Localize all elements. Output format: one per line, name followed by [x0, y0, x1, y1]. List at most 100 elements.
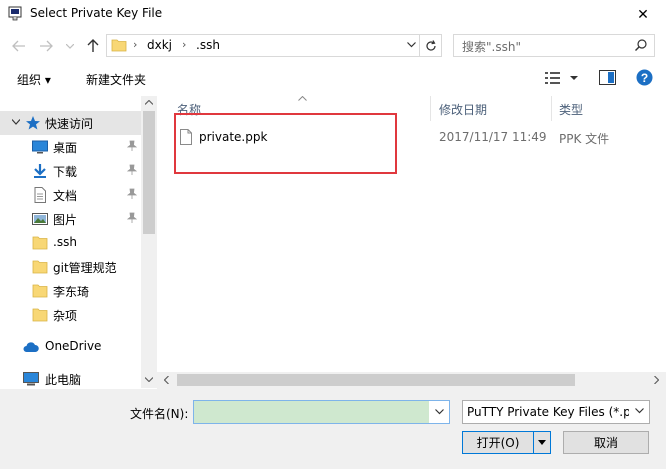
column-divider[interactable] — [430, 96, 431, 121]
cloud-icon — [23, 342, 39, 352]
chevron-right-icon: › — [182, 38, 187, 51]
sidebar-item-onedrive[interactable]: OneDrive — [0, 335, 141, 359]
sidebar-item-label: OneDrive — [45, 339, 102, 353]
window-title: Select Private Key File — [30, 6, 163, 20]
sidebar-item-misc[interactable]: 杂项 — [0, 303, 141, 327]
folder-icon — [32, 260, 48, 274]
sidebar-item-ssh[interactable]: .ssh — [0, 231, 141, 255]
filename-input[interactable] — [193, 400, 450, 424]
chevron-down-icon — [434, 409, 444, 415]
sidebar-item-label: 此电脑 — [45, 373, 82, 387]
svg-text:?: ? — [641, 71, 648, 85]
folder-icon — [32, 308, 48, 322]
column-header-date[interactable]: 修改日期 — [439, 101, 487, 126]
forward-button[interactable] — [36, 36, 56, 56]
title-bar: Select Private Key File ✕ — [0, 0, 666, 30]
computer-icon — [23, 372, 39, 386]
close-button[interactable]: ✕ — [620, 0, 666, 30]
file-type-filter[interactable]: PuTTY Private Key Files (*.pp — [462, 400, 650, 424]
annotation-highlight-box — [174, 113, 397, 174]
sidebar-item-this-pc[interactable]: 此电脑 — [0, 367, 141, 391]
column-divider[interactable] — [551, 96, 552, 121]
open-button-label: 打开(O) — [476, 436, 520, 450]
pin-icon — [127, 212, 137, 223]
address-bar[interactable]: › dxkj › .ssh — [106, 34, 442, 57]
view-options-icon[interactable] — [545, 71, 561, 85]
chevron-down-icon — [635, 408, 644, 414]
folder-icon — [32, 284, 48, 298]
sidebar-item-label: .ssh — [53, 235, 77, 249]
sidebar-item-label: 文档 — [53, 189, 78, 203]
pin-icon — [127, 164, 137, 175]
sort-ascending-icon — [298, 96, 307, 101]
column-header-type[interactable]: 类型 — [559, 101, 583, 126]
chevron-down-icon[interactable] — [145, 377, 153, 382]
chevron-up-icon[interactable] — [145, 100, 153, 105]
chevron-down-icon — [12, 119, 20, 125]
sidebar-item-quick-access[interactable]: 快速访问 — [0, 111, 141, 135]
file-list-scrollbar[interactable] — [157, 372, 666, 389]
chevron-left-icon[interactable] — [164, 376, 169, 384]
filename-history-dropdown[interactable] — [429, 401, 449, 423]
scrollbar-thumb[interactable] — [143, 111, 155, 234]
dialog-footer: 文件名(N): PuTTY Private Key Files (*.pp 打开… — [0, 389, 666, 469]
star-icon — [26, 116, 40, 130]
scrollbar-thumb[interactable] — [177, 374, 575, 386]
arrow-left-icon — [12, 40, 25, 52]
chevron-right-icon: › — [133, 38, 138, 51]
breadcrumb-ssh[interactable]: .ssh — [196, 38, 220, 52]
pin-icon — [127, 140, 137, 151]
help-icon[interactable]: ? — [636, 69, 653, 86]
breadcrumb-dxkj[interactable]: dxkj — [147, 38, 172, 52]
sidebar-item-label: git管理规范 — [53, 261, 117, 275]
recent-locations-button[interactable] — [60, 36, 80, 56]
navigation-bar: › dxkj › .ssh 搜索".ssh" — [0, 30, 666, 62]
chevron-down-icon[interactable] — [407, 42, 416, 48]
sidebar-item-label: 图片 — [53, 213, 78, 227]
sidebar-item-label: 快速访问 — [45, 117, 94, 131]
chevron-down-icon — [66, 43, 74, 49]
cancel-button[interactable]: 取消 — [563, 431, 649, 454]
refresh-button[interactable] — [419, 35, 441, 56]
organize-button[interactable]: 组织 ▾ — [17, 71, 51, 88]
sidebar-item-desktop[interactable]: 桌面 — [0, 135, 141, 159]
desktop-icon — [32, 140, 48, 154]
close-icon: ✕ — [637, 7, 649, 23]
arrow-up-icon — [87, 39, 99, 52]
sidebar-item-li-dongqi[interactable]: 李东琦 — [0, 279, 141, 303]
refresh-icon — [425, 39, 436, 51]
up-button[interactable] — [83, 36, 103, 56]
pin-icon — [127, 188, 137, 199]
sidebar-item-label: 下载 — [53, 165, 78, 179]
search-box[interactable]: 搜索".ssh" — [453, 34, 655, 57]
chevron-down-icon[interactable] — [570, 76, 578, 81]
chevron-right-icon[interactable] — [654, 376, 659, 384]
new-folder-button[interactable]: 新建文件夹 — [86, 71, 146, 88]
open-button[interactable]: 打开(O) — [462, 431, 551, 454]
sidebar-item-pictures[interactable]: 图片 — [0, 207, 141, 231]
sidebar-item-label: 杂项 — [53, 309, 78, 323]
open-options-dropdown[interactable] — [533, 432, 550, 453]
picture-icon — [32, 213, 48, 225]
sidebar-item-downloads[interactable]: 下载 — [0, 159, 141, 183]
file-modified-date: 2017/11/17 11:49 — [439, 130, 547, 144]
search-placeholder: 搜索".ssh" — [462, 40, 521, 54]
navigation-pane: 快速访问 桌面 下载 文档 图片 .ssh git管理规范 李东琦 杂项 One… — [0, 96, 157, 388]
search-icon — [635, 39, 647, 51]
preview-pane-icon[interactable] — [599, 70, 616, 85]
putty-app-icon — [8, 6, 22, 21]
chevron-down-icon — [538, 440, 546, 445]
sidebar-item-git-guidelines[interactable]: git管理规范 — [0, 255, 141, 279]
filename-label: 文件名(N): — [130, 407, 189, 421]
sidebar-item-documents[interactable]: 文档 — [0, 183, 141, 207]
sidebar-item-label: 桌面 — [53, 141, 78, 155]
document-icon — [34, 187, 46, 203]
arrow-right-icon — [40, 40, 53, 52]
sidebar-item-label: 李东琦 — [53, 285, 90, 299]
folder-icon — [32, 236, 48, 250]
back-button[interactable] — [9, 36, 29, 56]
file-type: PPK 文件 — [559, 132, 610, 146]
sidebar-scrollbar[interactable] — [141, 96, 157, 388]
file-type-filter-value: PuTTY Private Key Files (*.pp — [467, 405, 629, 419]
download-icon — [34, 164, 46, 178]
